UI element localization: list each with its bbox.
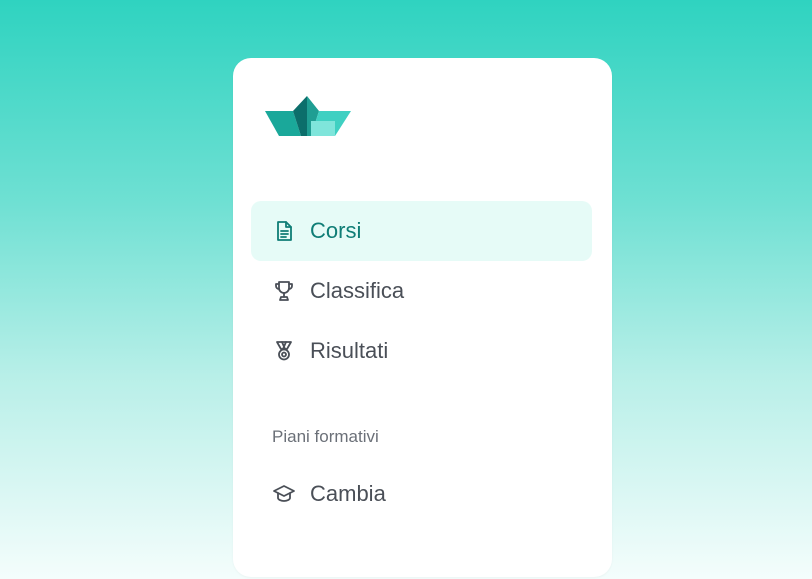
paper-boat-logo-icon [265,96,351,136]
main-nav: Corsi Classifica Risultati [251,201,592,381]
medal-icon [271,338,297,364]
nav-item-label: Corsi [310,218,362,243]
nav-item-cambia[interactable]: Cambia [251,464,592,524]
sidebar-card: Corsi Classifica Risultati Piani formati… [233,58,612,577]
nav-item-risultati[interactable]: Risultati [251,321,592,381]
section-nav: Cambia [251,464,592,524]
trophy-icon [271,278,297,304]
document-icon [271,218,297,244]
paper-boat-logo[interactable] [265,96,351,138]
section-title: Piani formativi [272,427,379,446]
nav-item-label: Risultati [310,338,389,363]
nav-item-corsi[interactable]: Corsi [251,201,592,261]
graduation-cap-icon [271,481,297,507]
nav-item-label: Cambia [310,481,386,506]
nav-item-label: Classifica [310,278,405,303]
nav-item-classifica[interactable]: Classifica [251,261,592,321]
